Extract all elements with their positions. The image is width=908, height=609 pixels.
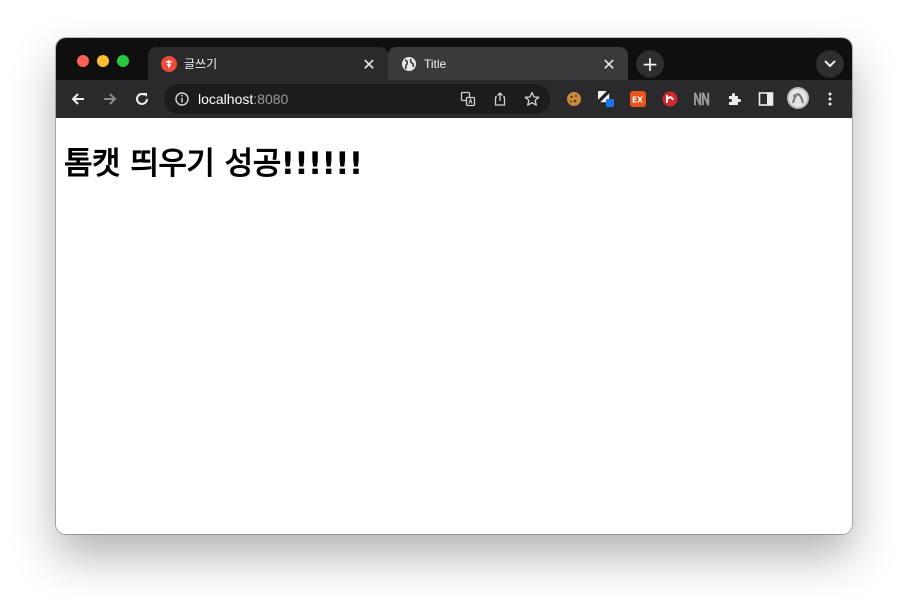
reload-icon: [136, 93, 148, 105]
side-panel-icon[interactable]: [758, 91, 774, 107]
tab-write[interactable]: 글쓰기 ✕: [148, 47, 388, 80]
back-button[interactable]: [66, 87, 90, 111]
nn-extension-icon[interactable]: [694, 91, 710, 107]
bookmark-star-icon[interactable]: [524, 91, 540, 107]
browser-toolbar: localhost:8080 EX: [56, 80, 852, 119]
browser-window: 글쓰기 ✕ Title ✕ + localhost:8080 EX 톰캣 띄우기…: [56, 38, 852, 534]
close-window-button[interactable]: [77, 55, 89, 67]
cookie-extension-icon[interactable]: [566, 91, 582, 107]
close-tab-icon[interactable]: ✕: [600, 55, 618, 74]
address-bar[interactable]: localhost:8080: [164, 84, 550, 114]
minimize-window-button[interactable]: [97, 55, 109, 67]
reload-button[interactable]: [130, 87, 154, 111]
red-circle-logo-icon: [161, 56, 177, 72]
tab-title: Title: [424, 57, 447, 71]
tab-search-button[interactable]: [816, 50, 844, 78]
forward-button[interactable]: [98, 87, 122, 111]
page-content: 톰캣 띄우기 성공!!!!!!: [56, 118, 852, 534]
share-icon[interactable]: [492, 91, 508, 107]
globe-icon: [401, 56, 417, 72]
url-text[interactable]: localhost:8080: [198, 91, 288, 107]
arrow-left-icon: [71, 93, 84, 105]
ex-extension-icon[interactable]: EX: [630, 91, 646, 107]
more-menu-icon[interactable]: [822, 91, 838, 107]
info-icon[interactable]: [174, 91, 190, 107]
tab-title-active[interactable]: Title ✕: [388, 47, 628, 80]
puzzle-icon[interactable]: [726, 91, 742, 107]
tab-strip: 글쓰기 ✕ Title ✕ +: [56, 38, 852, 80]
page-heading: 톰캣 띄우기 성공!!!!!!: [64, 146, 363, 182]
tab-title: 글쓰기: [184, 57, 218, 71]
url-port: :8080: [253, 91, 289, 107]
chevron-down-icon: [824, 60, 836, 68]
translate-icon[interactable]: [460, 91, 476, 107]
blocked-extension-icon[interactable]: [598, 89, 614, 107]
url-host: localhost: [198, 91, 254, 107]
new-tab-button[interactable]: +: [636, 50, 664, 78]
svg-text:EX: EX: [632, 96, 643, 105]
close-tab-icon[interactable]: ✕: [360, 55, 378, 74]
arrow-right-icon: [104, 93, 117, 105]
red-extension-icon[interactable]: [662, 91, 678, 107]
zoom-window-button[interactable]: [117, 55, 129, 67]
profile-avatar[interactable]: [787, 87, 809, 109]
